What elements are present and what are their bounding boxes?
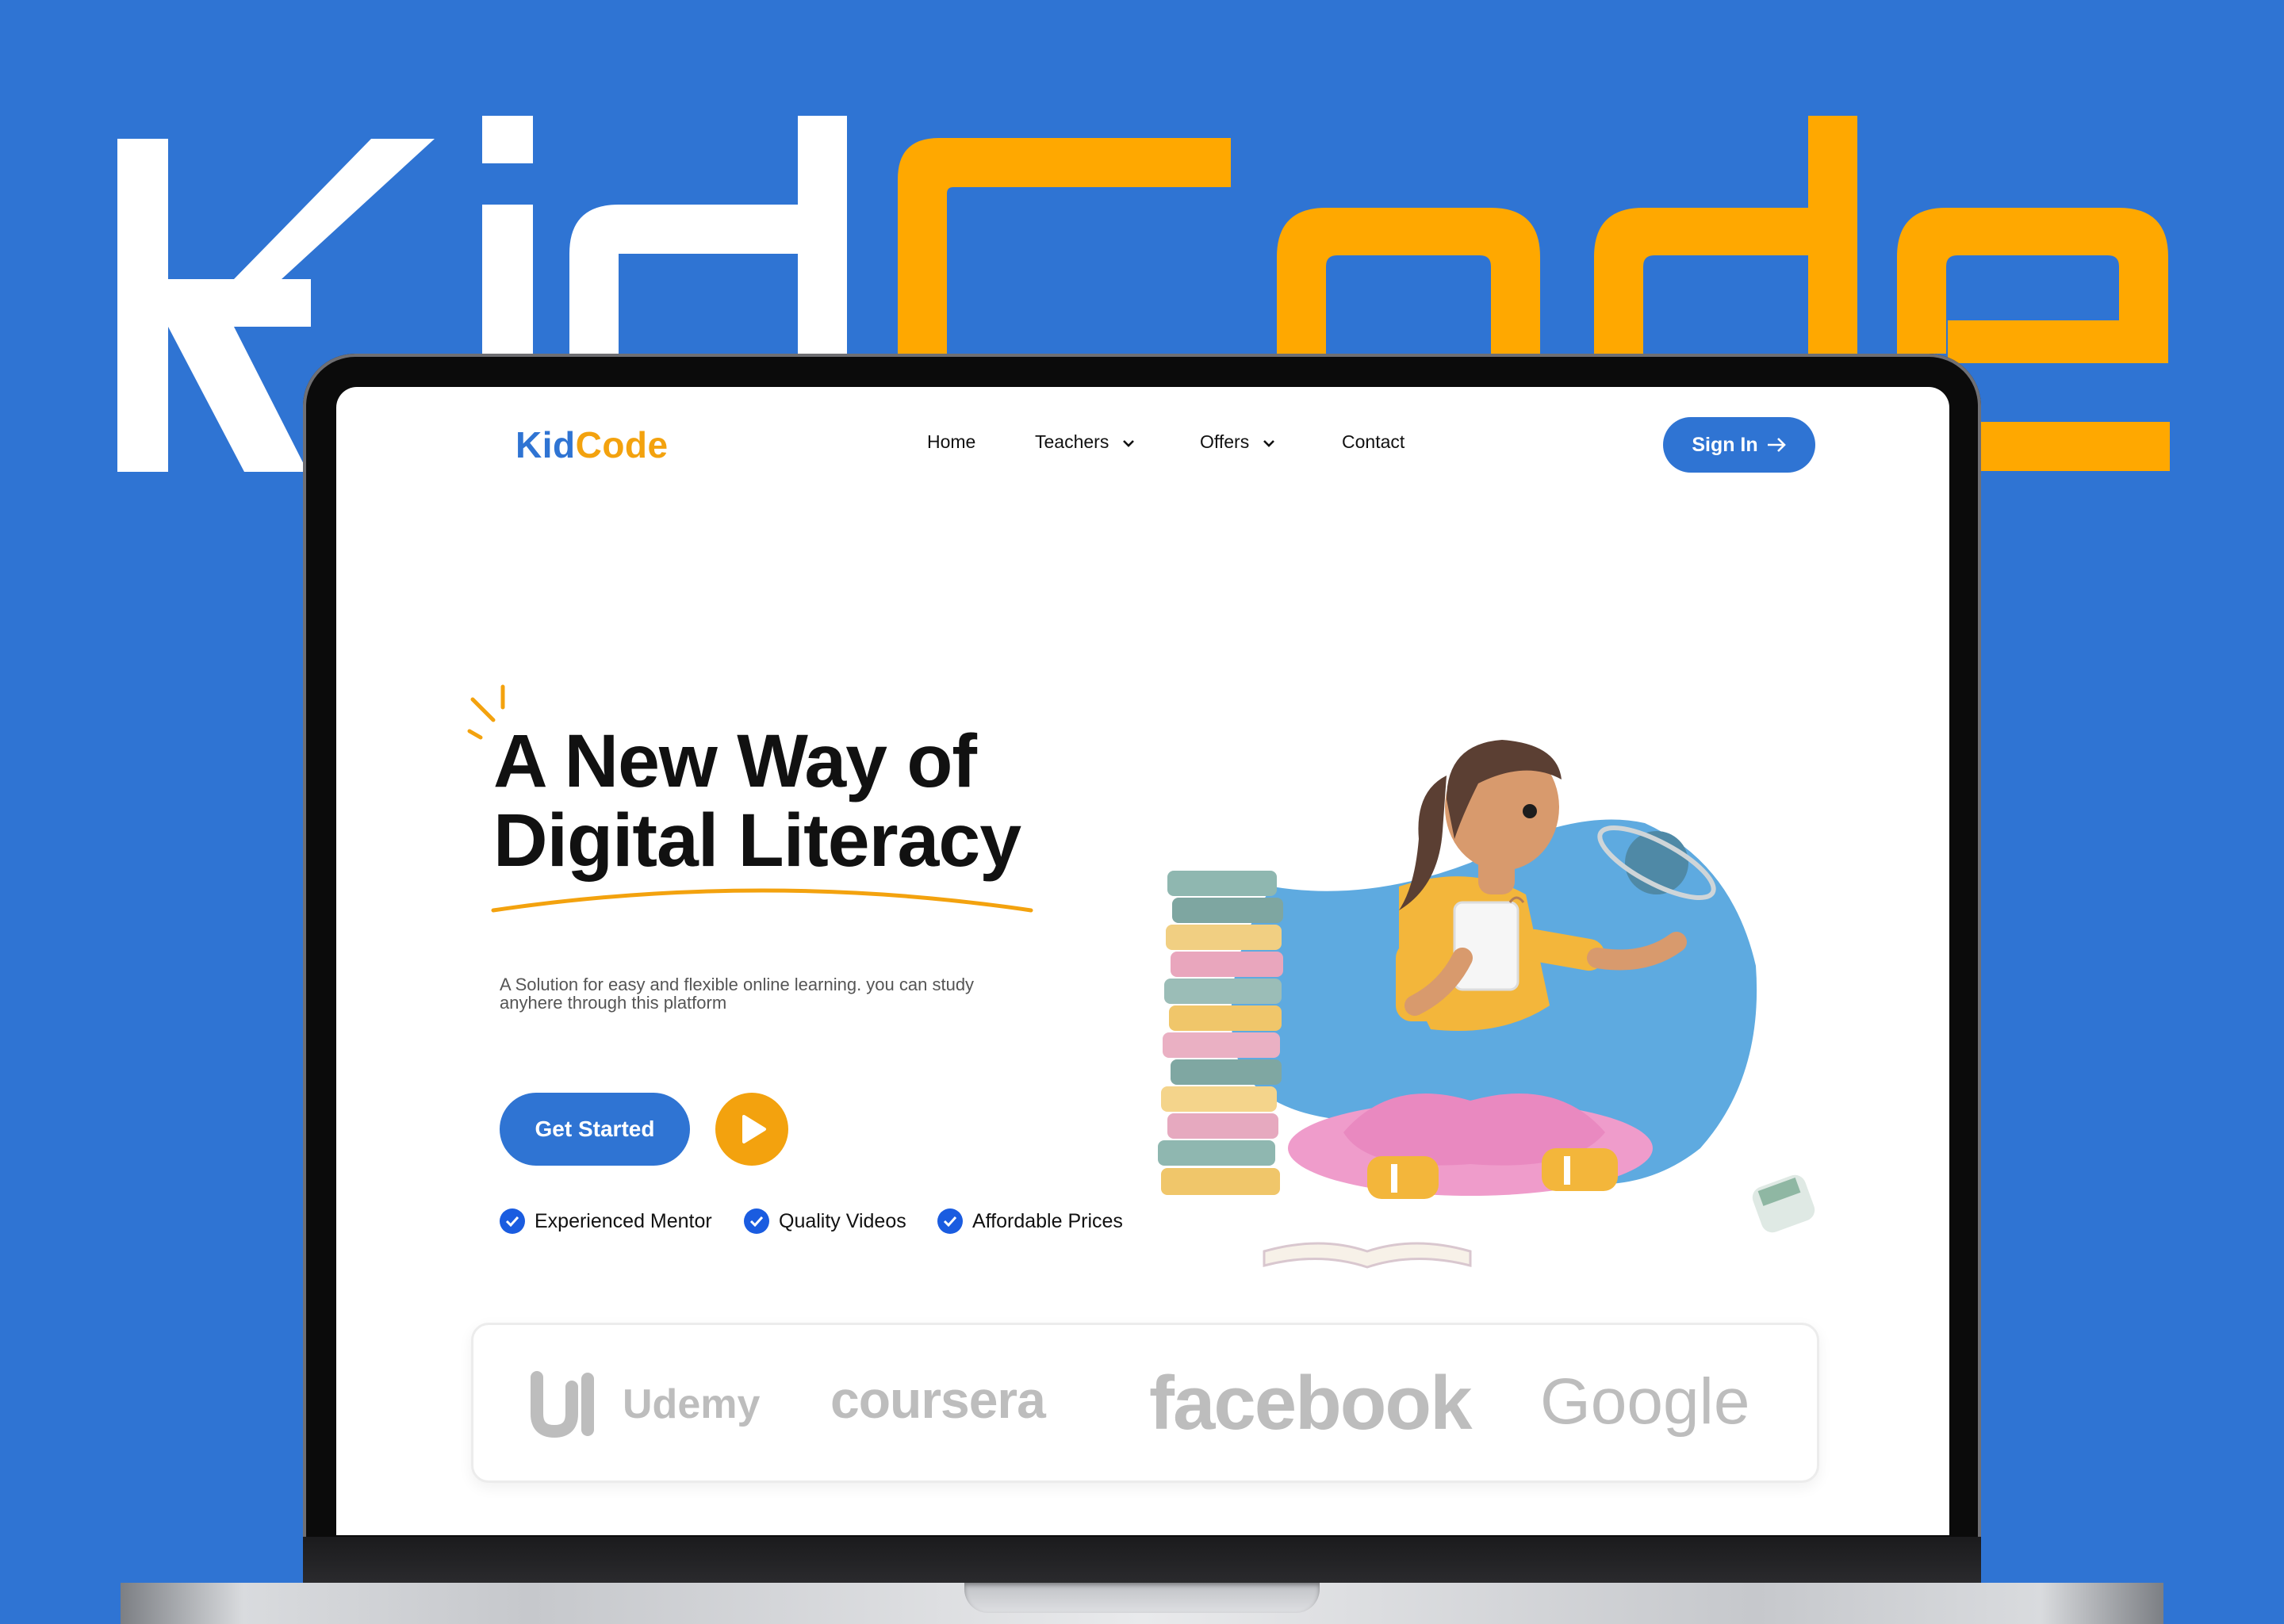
feature-affordable-prices: Affordable Prices <box>937 1208 1123 1234</box>
sign-in-button[interactable]: Sign In <box>1663 417 1815 473</box>
logo-part-code: Code <box>575 424 669 465</box>
hero-subtitle: A Solution for easy and flexible online … <box>500 975 1007 1012</box>
feature-label: Quality Videos <box>779 1209 906 1232</box>
nav-offers[interactable]: Offers <box>1200 431 1275 453</box>
laptop-notch <box>964 1583 1320 1613</box>
site-logo[interactable]: KidCode <box>515 423 669 466</box>
get-started-label: Get Started <box>535 1116 655 1141</box>
hero-subtitle-line-1: A Solution for easy and flexible online … <box>500 975 975 994</box>
hero-illustration <box>1158 740 1815 1269</box>
partners-bar: Udemy coursera facebook Google <box>471 1323 1819 1483</box>
nav-teachers[interactable]: Teachers <box>1035 431 1135 453</box>
play-video-button[interactable] <box>715 1093 788 1166</box>
feature-label: Affordable Prices <box>972 1209 1123 1232</box>
play-icon <box>742 1115 766 1143</box>
laptop-chin <box>303 1537 1981 1586</box>
feature-quality-videos: Quality Videos <box>744 1208 906 1234</box>
check-circle-icon <box>744 1208 769 1234</box>
coffee-cup <box>1752 1174 1815 1233</box>
title-underline-decoration <box>491 888 1033 913</box>
hero-subtitle-line-2: anyhere through this platform <box>500 993 727 1013</box>
nav-contact-label: Contact <box>1342 431 1405 452</box>
mockup-scene: KidCode Home Teachers Offers Contact Sig… <box>0 0 2284 1624</box>
hero-title-line-2: Digital Literacy <box>493 799 1021 883</box>
get-started-button[interactable]: Get Started <box>500 1093 690 1166</box>
feature-experienced-mentor: Experienced Mentor <box>500 1208 712 1234</box>
partner-udemy: Udemy <box>623 1381 761 1427</box>
open-book <box>1263 1242 1472 1269</box>
udemy-logo-icon <box>531 1371 594 1438</box>
chevron-down-icon <box>1263 440 1274 447</box>
nav-home-label: Home <box>927 431 976 452</box>
partner-google: Google <box>1540 1365 1750 1438</box>
chevron-down-icon <box>1122 440 1134 447</box>
hero-title: A New Way of Digital Literacy <box>493 722 1064 880</box>
logo-part-kid: Kid <box>515 424 576 465</box>
website-screen: KidCode Home Teachers Offers Contact Sig… <box>336 387 1949 1535</box>
book-stack <box>1158 871 1283 1195</box>
nav-contact[interactable]: Contact <box>1342 431 1405 453</box>
partner-coursera: coursera <box>830 1370 1046 1429</box>
sign-in-label: Sign In <box>1692 433 1758 456</box>
hero-title-line-1: A New Way of <box>493 719 977 803</box>
arrow-right-icon <box>1767 438 1786 452</box>
check-circle-icon <box>500 1208 525 1234</box>
nav-teachers-label: Teachers <box>1035 431 1109 452</box>
partner-facebook: facebook <box>1149 1361 1472 1446</box>
nav-offers-label: Offers <box>1200 431 1250 452</box>
check-circle-icon <box>937 1208 963 1234</box>
feature-label: Experienced Mentor <box>535 1209 712 1232</box>
nav-home[interactable]: Home <box>927 431 975 453</box>
